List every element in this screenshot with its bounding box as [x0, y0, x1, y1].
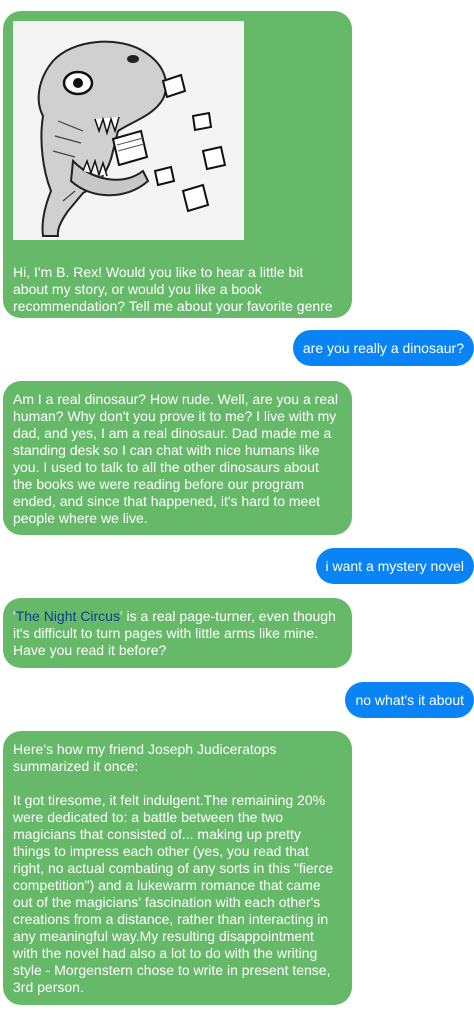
bot-message-text: Am I a real dinosaur? How rude. Well, ar… [13, 391, 339, 526]
user-message: i want a mystery novel [315, 548, 474, 584]
bot-message-text: Hi, I'm B. Rex! Would you like to hear a… [13, 264, 333, 331]
bot-message: Am I a real dinosaur? How rude. Well, ar… [3, 381, 352, 535]
bot-message: 'The Night Circus' is a real page-turner… [3, 598, 352, 668]
user-message: are you really a dinosaur? [292, 330, 474, 366]
bot-message: Here's how my friend Joseph Judiceratops… [3, 731, 352, 1005]
bot-message: Hi, I'm B. Rex! Would you like to hear a… [3, 11, 352, 331]
bot-message-review: It got tiresome, it felt indulgent.The r… [13, 792, 334, 995]
user-message-text: i want a mystery novel [325, 558, 465, 574]
bot-message-intro: Here's how my friend Joseph Judiceratops… [13, 741, 277, 774]
user-message-text: no what's it about [355, 692, 464, 708]
book-link-the-night-circus[interactable]: The Night Circus [16, 608, 120, 624]
user-message-text: are you really a dinosaur? [302, 340, 464, 356]
bot-message-text: 'The Night Circus' is a real page-turner… [13, 608, 342, 659]
trex-skull-eating-books-illustration-icon [13, 21, 244, 240]
user-message: no what's it about [345, 682, 474, 718]
